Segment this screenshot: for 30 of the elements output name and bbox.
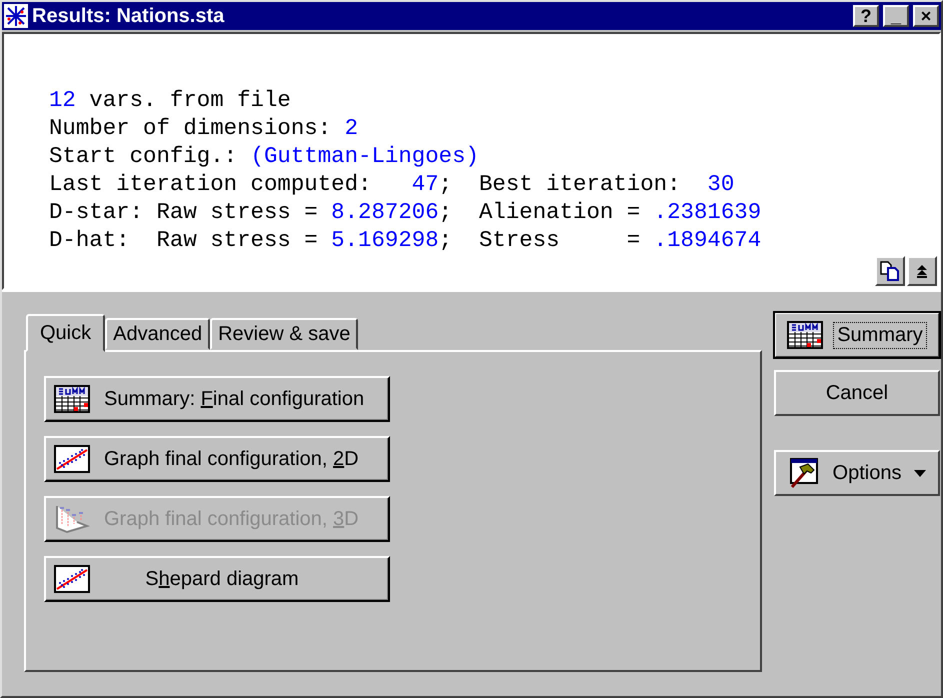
tab[interactable]: Quick (26, 314, 106, 352)
tab[interactable]: Review & save (210, 318, 358, 350)
dialog-button[interactable]: Summary (774, 312, 940, 358)
output-line: D-star: Raw stress = 8.287206; Alienation = .2381639 (49, 198, 762, 226)
table-icon (54, 385, 90, 413)
action-button[interactable]: Summary: Final configuration (44, 376, 390, 422)
output-line: Last iteration computed: 47; Best iteration: 30 (49, 170, 734, 198)
action-button[interactable]: Shepard diagram (44, 556, 390, 602)
double-up-arrow-icon (916, 264, 928, 278)
dialog-button[interactable]: Cancel (774, 370, 940, 416)
action-button[interactable]: Graph final configuration, 2D (44, 436, 390, 482)
window-control-button[interactable]: ? (853, 5, 879, 27)
collapse-button[interactable] (907, 256, 937, 286)
hammer-icon (788, 457, 820, 489)
app-icon (4, 4, 28, 28)
table-icon (787, 321, 824, 349)
copy-button[interactable] (875, 256, 905, 286)
output-line: 12 vars. from file (49, 86, 291, 114)
3d-plot-icon (54, 504, 90, 534)
output-line: Start config.: (Guttman-Lingoes) (49, 142, 479, 170)
output-line: D-hat: Raw stress = 5.169298; Stress = .1894674 (49, 226, 762, 254)
window-control-button[interactable]: _ (883, 5, 909, 27)
copy-icon (879, 260, 901, 282)
window-title: Results: Nations.sta (32, 4, 226, 28)
dialog-button[interactable]: Options (774, 450, 940, 496)
window-control-button[interactable]: × (913, 5, 939, 27)
output-line: Number of dimensions: 2 (49, 114, 358, 142)
scatter-plot-icon (54, 445, 90, 473)
tab[interactable]: Advanced (105, 318, 210, 350)
scatter-plot-icon (54, 565, 90, 593)
